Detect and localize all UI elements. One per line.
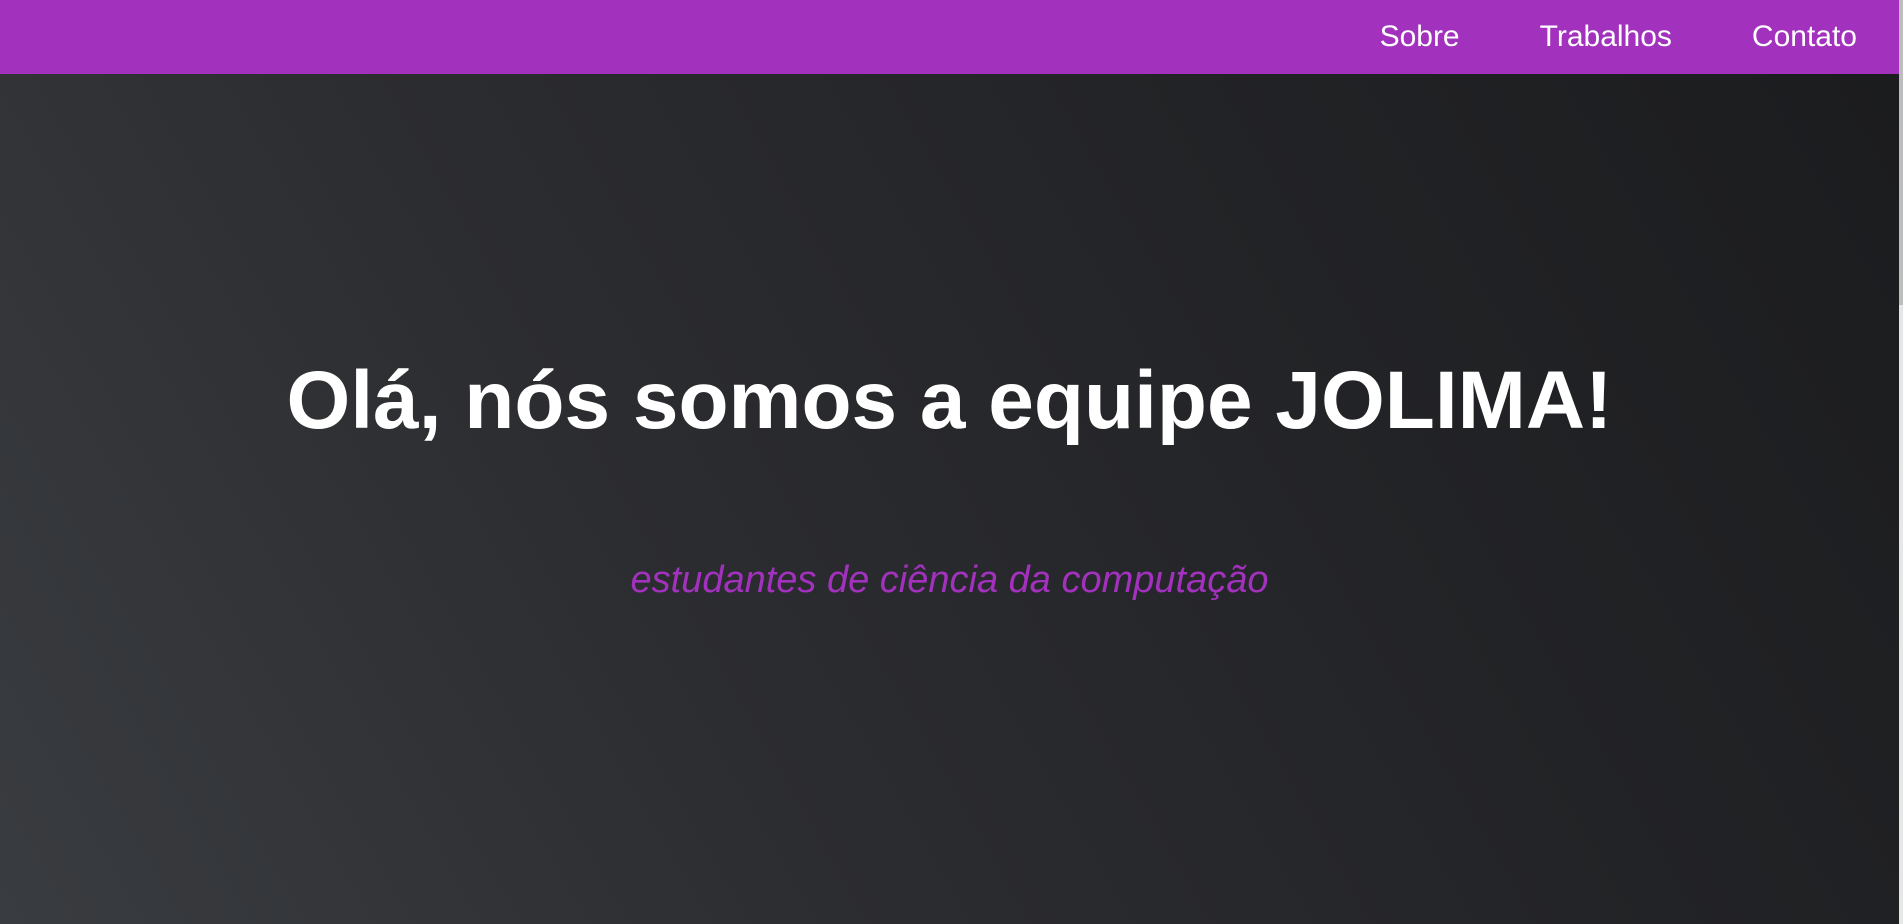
hero-title: Olá, nós somos a equipe JOLIMA! bbox=[286, 355, 1613, 446]
scrollbar-thumb[interactable] bbox=[1899, 0, 1903, 305]
nav-menu: Sobre Trabalhos Contato bbox=[1300, 0, 1857, 74]
vertical-scrollbar[interactable] bbox=[1899, 0, 1903, 924]
nav-link-sobre[interactable]: Sobre bbox=[1380, 20, 1460, 54]
page: Sobre Trabalhos Contato Olá, nós somos a… bbox=[0, 0, 1903, 924]
top-navbar: Sobre Trabalhos Contato bbox=[0, 0, 1899, 74]
hero-section: Olá, nós somos a equipe JOLIMA! estudant… bbox=[0, 74, 1899, 924]
hero-subtitle: estudantes de ciência da computação bbox=[630, 559, 1269, 601]
nav-link-trabalhos[interactable]: Trabalhos bbox=[1540, 20, 1672, 54]
nav-link-contato[interactable]: Contato bbox=[1752, 20, 1857, 54]
